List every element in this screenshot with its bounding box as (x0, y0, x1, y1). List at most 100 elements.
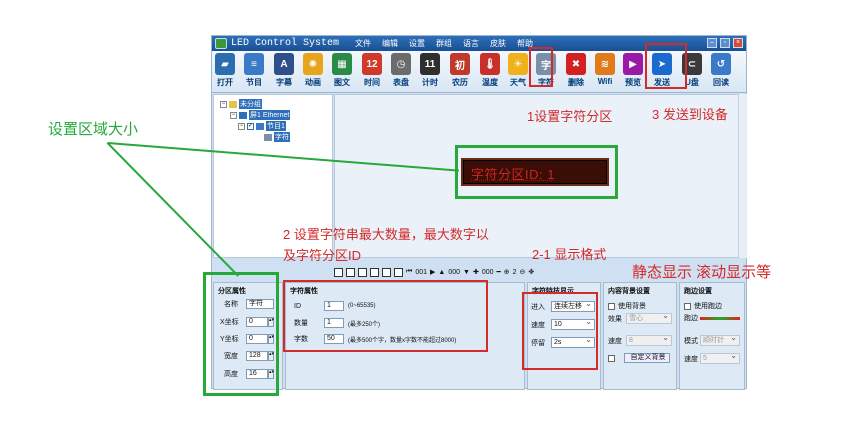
menu-skin[interactable]: 皮肤 (490, 38, 506, 49)
tree-node-group[interactable]: − 未分组 (220, 99, 262, 109)
tree-node-program[interactable]: − ✓ 节目1 (238, 121, 286, 131)
use-border-label: 使用跑边 (694, 303, 722, 310)
menu-settings[interactable]: 设置 (409, 38, 425, 49)
align-icon[interactable] (358, 267, 367, 277)
custom-background-checkbox[interactable] (608, 354, 615, 362)
tree-label-screen: 屏1 Ethernet (249, 110, 291, 120)
folder-icon (229, 100, 237, 108)
vertical-scrollbar[interactable] (738, 94, 747, 258)
enter-select[interactable]: 连续左移 (551, 299, 595, 312)
toolbar-button-readback[interactable]: ↺ 回读 (709, 53, 733, 88)
led-preview[interactable]: 字符分区ID: 1 (461, 158, 609, 186)
use-background-label: 使用背景 (618, 303, 646, 310)
toolbar-button-animation[interactable]: ✺ 动画 (301, 53, 325, 88)
mode-label: 模式 (684, 337, 698, 345)
zoom-in-icon[interactable]: ⊕ (504, 268, 510, 276)
minus-icon[interactable]: ━ (497, 268, 501, 276)
plus-icon[interactable]: ✚ (473, 268, 479, 276)
chars-input[interactable]: 50 (324, 334, 344, 344)
height-input[interactable]: 16 (246, 369, 268, 379)
center-icon[interactable]: ✥ (528, 268, 534, 276)
toolbar-button-preview[interactable]: ▶ 预览 (621, 53, 645, 88)
toolbar-button-delete[interactable]: ✖ 删除 (564, 53, 588, 88)
screen-icon (239, 111, 247, 119)
menu-group[interactable]: 群组 (436, 38, 452, 49)
checkbox-icon[interactable]: ✓ (247, 122, 254, 130)
toolbar-button-picture-text[interactable]: ▦ 图文 (330, 53, 354, 88)
menu-help[interactable]: 帮助 (517, 38, 533, 49)
toolbar-label: 温度 (482, 78, 498, 87)
toolbar-button-usb[interactable]: ⊂ U盘 (680, 53, 704, 88)
toolbar-button-thermometer[interactable]: 🌡 温度 (478, 53, 502, 88)
border-preview[interactable] (700, 316, 740, 320)
x-input[interactable]: 0 (246, 317, 268, 327)
toolbar: ▰ 打开 ≡ 节目 A 字幕 ✺ 动画 ▦ 图文 12 时间 ◷ 表盘 11 计时初农历 🌡 温度 ☀ 天气字字符 ✖ 删… (212, 51, 746, 93)
tree-node-screen[interactable]: − 屏1 Ethernet (230, 110, 291, 120)
preview-icon: ▶ (623, 53, 643, 75)
led-text: 字符分区ID: 1 (471, 167, 555, 182)
align-icon[interactable] (370, 267, 379, 277)
maximize-button[interactable]: ▫ (720, 38, 730, 48)
x-stepper[interactable]: ▴▾ (268, 317, 274, 327)
annotation-modes: 静态显示 滚动显示等 (632, 264, 772, 281)
toolbar-label: 表盘 (393, 78, 409, 87)
toolbar-button-lunar[interactable]: 初农历 (448, 53, 472, 88)
toolbar-button-program[interactable]: ≡ 节目 (242, 53, 266, 88)
program-icon (256, 122, 264, 130)
menu-language[interactable]: 语言 (463, 38, 479, 49)
toolbar-button-subtitle[interactable]: A 字幕 (272, 53, 296, 88)
minimize-button[interactable]: – (707, 38, 717, 48)
count-note: (最多250个) (348, 321, 381, 328)
zoom-out-icon[interactable]: ⊖ (520, 268, 526, 276)
lunar-icon: 初 (450, 53, 470, 75)
width-stepper[interactable]: ▴▾ (268, 351, 274, 361)
clock-icon: ◷ (391, 53, 411, 75)
toolbar-button-calendar[interactable]: 12 时间 (360, 53, 384, 88)
up-icon[interactable]: ▲ (438, 269, 445, 276)
width-input[interactable]: 128 (246, 351, 268, 361)
y-stepper[interactable]: ▴▾ (268, 334, 274, 344)
next-icon[interactable]: ▶ (430, 268, 435, 276)
toolbar-label: 计时 (422, 78, 438, 87)
toolbar-button-weather[interactable]: ☀ 天气 (506, 53, 530, 88)
effect-select[interactable]: 雪心 (626, 311, 672, 324)
use-background-checkbox[interactable] (608, 302, 615, 310)
tree-node-area[interactable]: 字符 (264, 132, 290, 142)
down-icon[interactable]: ▼ (463, 269, 470, 276)
height-label: 高度 (224, 371, 238, 378)
id-note: (0~65535) (348, 303, 376, 309)
toolbar-button-folder[interactable]: ▰ 打开 (213, 53, 237, 88)
stay-select[interactable]: 2s (551, 335, 595, 348)
id-label: ID (294, 302, 301, 310)
menu-edit[interactable]: 编辑 (382, 38, 398, 49)
save-icon[interactable] (394, 267, 403, 277)
id-input[interactable]: 1 (324, 301, 344, 311)
use-border-checkbox[interactable] (684, 302, 691, 310)
height-stepper[interactable]: ▴▾ (268, 369, 274, 379)
border-speed-select[interactable]: 5 (700, 351, 740, 364)
toolbar-button-timer[interactable]: 11 计时 (418, 53, 442, 88)
speed-select[interactable]: 10 (551, 317, 595, 330)
align-icon[interactable] (382, 267, 391, 277)
toolbar-button-send[interactable]: ➤ 发送 (650, 53, 674, 88)
name-input[interactable]: 字符 (246, 299, 274, 309)
align-icon[interactable] (334, 267, 343, 277)
toolbar-label: 时间 (364, 78, 380, 87)
panel-title: 跑边设置 (684, 288, 712, 295)
count-label: 数量 (294, 320, 308, 327)
y-input[interactable]: 0 (246, 334, 268, 344)
annotation-step21: 2-1 显示格式 (532, 247, 607, 262)
align-icon[interactable] (346, 267, 355, 277)
first-page-icon[interactable]: ⏮ (406, 268, 412, 276)
toolbar-button-character[interactable]: 字字符 (534, 53, 558, 88)
bg-speed-select[interactable]: 8 (626, 333, 672, 346)
panel-title: 内容背景设置 (608, 288, 650, 295)
menu-file[interactable]: 文件 (355, 38, 371, 49)
mode-select[interactable]: 顺时针 (700, 333, 740, 346)
custom-background-button[interactable]: 自定义背景 (624, 353, 670, 363)
tree-label-group: 未分组 (239, 99, 262, 109)
count-input[interactable]: 1 (324, 318, 344, 328)
toolbar-button-clock[interactable]: ◷ 表盘 (389, 53, 413, 88)
toolbar-button-wifi[interactable]: ≋ Wifi (593, 53, 617, 86)
close-button[interactable]: × (733, 38, 743, 48)
